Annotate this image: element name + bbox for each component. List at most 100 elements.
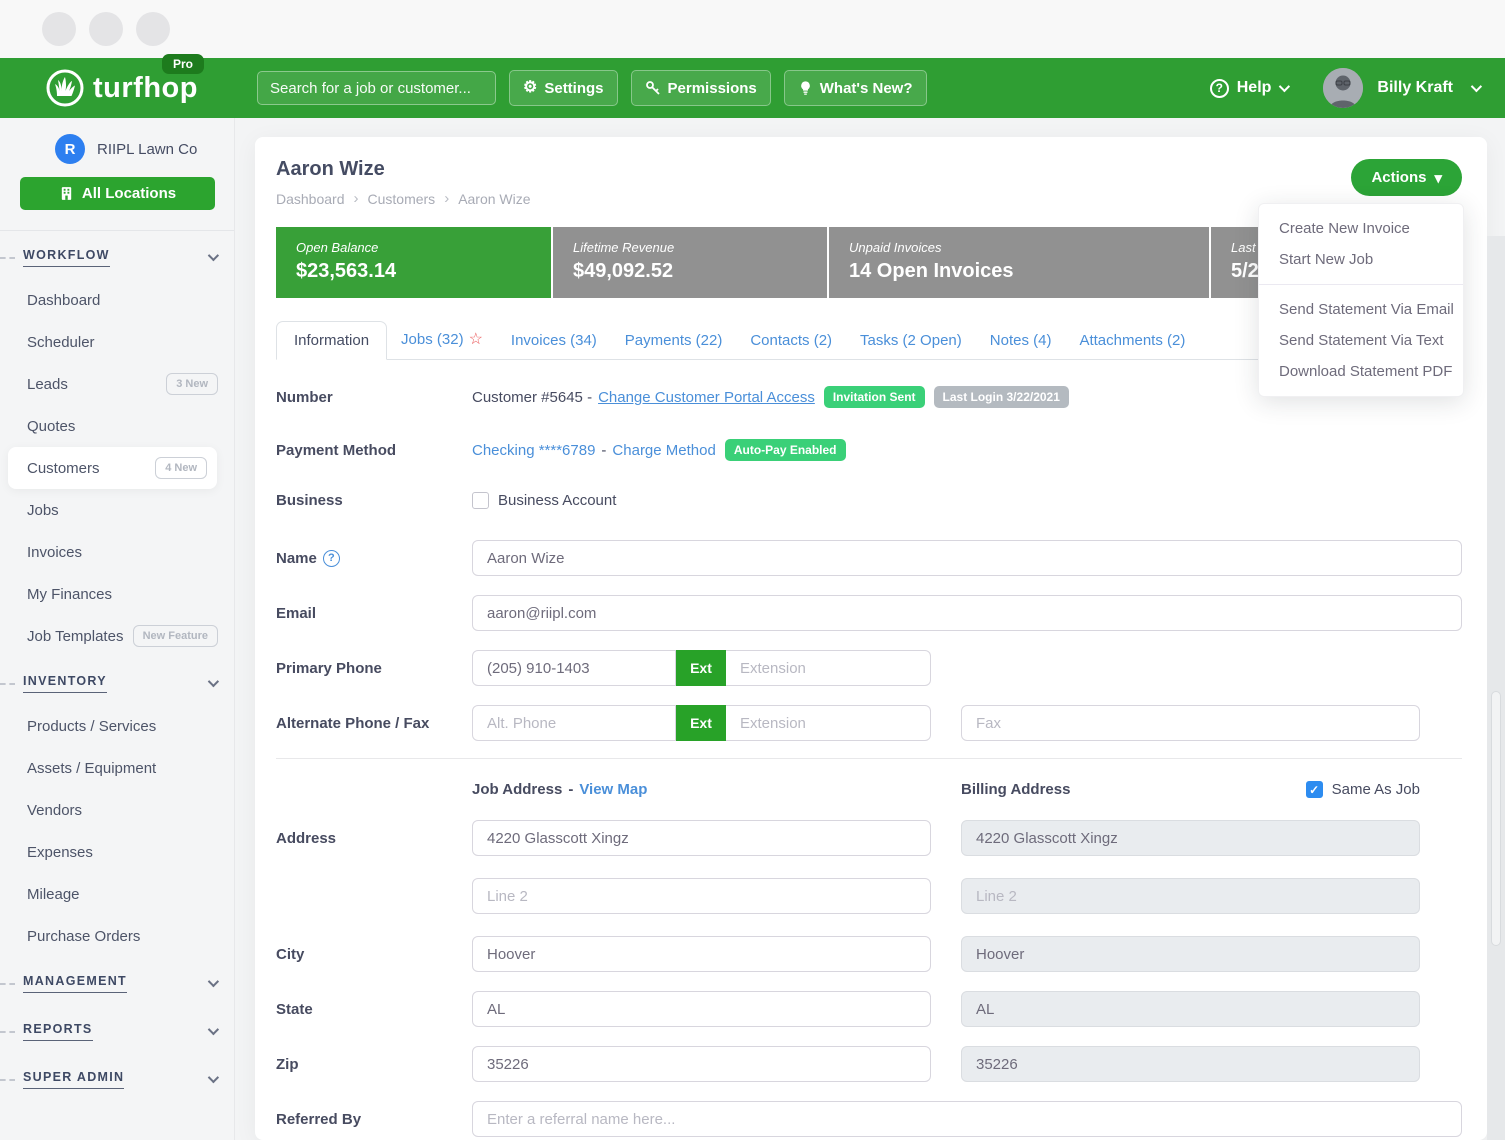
alternate-phone-extension-field[interactable] [726, 705, 931, 741]
sidebar-item-mileage[interactable]: Mileage [0, 873, 234, 915]
same-as-job-checkbox[interactable]: ✓ [1306, 781, 1323, 798]
brand-logo-area[interactable]: turfhop Pro [0, 68, 235, 108]
name-help-icon[interactable]: ? [323, 550, 340, 567]
all-locations-button[interactable]: All Locations [20, 177, 215, 210]
divider [0, 230, 234, 231]
settings-button[interactable]: ⚙ Settings [509, 70, 618, 106]
section-inventory[interactable]: INVENTORY [0, 661, 234, 705]
menu-item-create-new-invoice[interactable]: Create New Invoice [1259, 213, 1463, 244]
user-name[interactable]: Billy Kraft [1377, 79, 1453, 97]
job-city-field[interactable] [472, 936, 931, 972]
stat-unpaid-invoices: Unpaid Invoices 14 Open Invoices [829, 227, 1209, 298]
window-circle [89, 12, 123, 46]
turfhop-grass-icon [45, 68, 85, 108]
search-input[interactable] [257, 71, 496, 105]
referred-by-field[interactable] [472, 1101, 1462, 1137]
name-label: Name [276, 550, 317, 567]
tab-invoices[interactable]: Invoices (34) [497, 322, 611, 359]
tab-attachments[interactable]: Attachments (2) [1065, 322, 1199, 359]
name-field[interactable] [472, 540, 1462, 576]
chevron-down-icon [208, 1072, 219, 1083]
all-locations-label: All Locations [82, 185, 176, 202]
sidebar-item-expenses[interactable]: Expenses [0, 831, 234, 873]
section-management[interactable]: MANAGEMENT [0, 961, 234, 1005]
section-workflow[interactable]: WORKFLOW [0, 235, 234, 279]
help-icon: ? [1210, 79, 1229, 98]
email-label: Email [276, 605, 472, 622]
billing-zip-field [961, 1046, 1420, 1082]
tab-contacts[interactable]: Contacts (2) [736, 322, 846, 359]
email-field[interactable] [472, 595, 1462, 631]
primary-phone-extension-field[interactable] [726, 650, 931, 686]
leads-new-badge: 3 New [166, 373, 218, 395]
sidebar-item-invoices[interactable]: Invoices [0, 531, 234, 573]
scrollbar-track [1487, 236, 1505, 1140]
window-circle [136, 12, 170, 46]
tab-notes[interactable]: Notes (4) [976, 322, 1066, 359]
payment-account-link[interactable]: Checking ****6789 [472, 442, 595, 459]
breadcrumb-customers[interactable]: Customers [368, 191, 436, 207]
job-state-field[interactable] [472, 991, 931, 1027]
sidebar-item-scheduler[interactable]: Scheduler [0, 321, 234, 363]
job-zip-field[interactable] [472, 1046, 931, 1082]
sidebar-item-assets-equipment[interactable]: Assets / Equipment [0, 747, 234, 789]
menu-item-send-statement-email[interactable]: Send Statement Via Email [1259, 294, 1463, 325]
whats-new-button[interactable]: What's New? [784, 70, 927, 106]
sidebar-item-job-templates[interactable]: Job Templates New Feature [0, 615, 234, 657]
tab-jobs[interactable]: Jobs (32) ☆ [387, 319, 497, 359]
sidebar-item-jobs[interactable]: Jobs [0, 489, 234, 531]
tab-tasks[interactable]: Tasks (2 Open) [846, 322, 976, 359]
referred-by-label: Referred By [276, 1111, 472, 1128]
user-avatar[interactable] [1323, 68, 1363, 108]
change-portal-access-link[interactable]: Change Customer Portal Access [598, 389, 815, 406]
chevron-down-icon [1279, 81, 1290, 92]
help-menu[interactable]: ? Help [1210, 79, 1288, 98]
alternate-phone-field[interactable] [472, 705, 676, 741]
new-feature-badge: New Feature [133, 625, 218, 647]
billing-state-field [961, 991, 1420, 1027]
section-reports[interactable]: REPORTS [0, 1009, 234, 1053]
number-label: Number [276, 389, 472, 406]
company-switcher[interactable]: R RIIPL Lawn Co [0, 134, 234, 164]
whats-new-label: What's New? [820, 80, 913, 97]
invitation-sent-badge: Invitation Sent [824, 386, 925, 408]
scrollbar-thumb[interactable] [1491, 691, 1501, 946]
gear-icon: ⚙ [523, 80, 537, 96]
fax-field[interactable] [961, 705, 1420, 741]
section-super-admin[interactable]: SUPER ADMIN [0, 1057, 234, 1101]
permissions-label: Permissions [668, 80, 757, 97]
tab-information[interactable]: Information [276, 321, 387, 360]
actions-button[interactable]: Actions ▾ [1351, 159, 1462, 196]
tab-payments[interactable]: Payments (22) [611, 322, 737, 359]
breadcrumb-separator-icon: › [354, 190, 359, 207]
sidebar-item-dashboard[interactable]: Dashboard [0, 279, 234, 321]
alternate-phone-label: Alternate Phone / Fax [276, 715, 472, 732]
sidebar-item-quotes[interactable]: Quotes [0, 405, 234, 447]
sidebar-item-vendors[interactable]: Vendors [0, 789, 234, 831]
divider [276, 758, 1462, 759]
billing-address-line1-field [961, 820, 1420, 856]
menu-item-download-statement-pdf[interactable]: Download Statement PDF [1259, 356, 1463, 387]
sidebar-item-customers[interactable]: Customers 4 New [8, 447, 217, 489]
sidebar-item-products-services[interactable]: Products / Services [0, 705, 234, 747]
charge-method-link[interactable]: Charge Method [612, 442, 715, 459]
breadcrumb-dashboard[interactable]: Dashboard [276, 191, 345, 207]
job-address-line2-field[interactable] [472, 878, 931, 914]
avatar-image [1323, 68, 1363, 108]
menu-item-start-new-job[interactable]: Start New Job [1259, 244, 1463, 275]
sidebar-item-my-finances[interactable]: My Finances [0, 573, 234, 615]
sidebar-item-leads[interactable]: Leads 3 New [0, 363, 234, 405]
settings-label: Settings [544, 80, 603, 97]
permissions-button[interactable]: Permissions [631, 70, 771, 106]
business-account-checkbox[interactable] [472, 492, 489, 509]
company-name: RIIPL Lawn Co [97, 141, 197, 158]
job-address-line1-field[interactable] [472, 820, 931, 856]
view-map-link[interactable]: View Map [579, 781, 647, 798]
sidebar-item-purchase-orders[interactable]: Purchase Orders [0, 915, 234, 957]
billing-city-field [961, 936, 1420, 972]
chevron-down-icon [208, 250, 219, 261]
menu-item-send-statement-text[interactable]: Send Statement Via Text [1259, 325, 1463, 356]
primary-phone-field[interactable] [472, 650, 676, 686]
chevron-down-icon [208, 976, 219, 987]
caret-down-icon: ▾ [1434, 169, 1442, 187]
